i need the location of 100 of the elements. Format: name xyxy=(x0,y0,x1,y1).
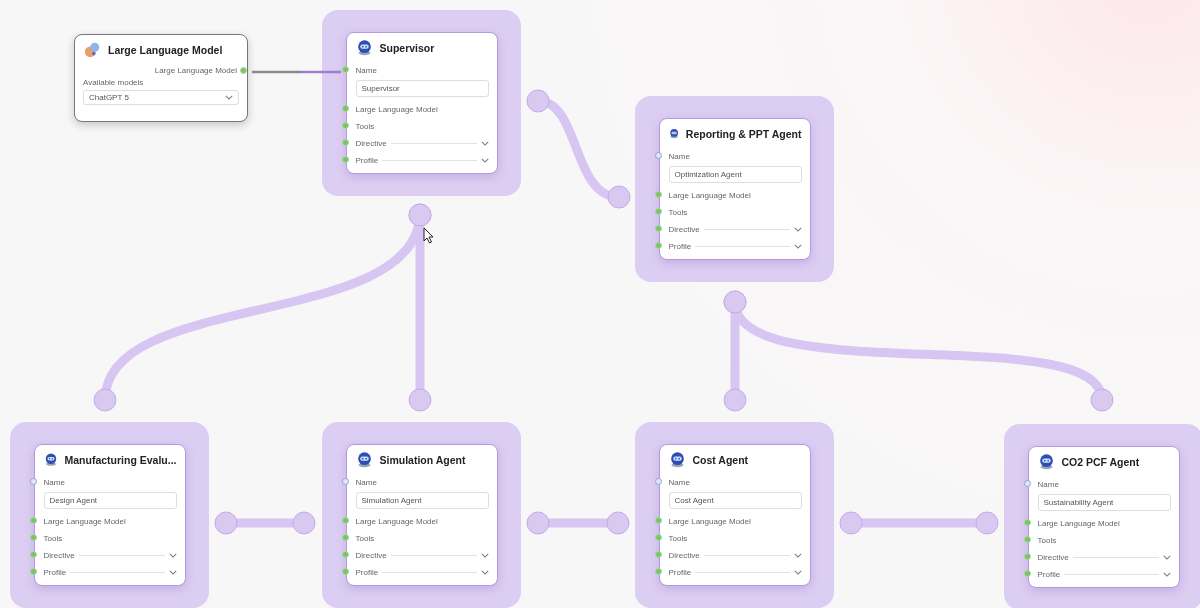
dropdown-row[interactable]: Profile xyxy=(1037,569,1171,579)
port-dot[interactable] xyxy=(341,66,349,73)
port-dot[interactable] xyxy=(29,478,37,485)
dropdown-row[interactable]: Profile xyxy=(355,567,489,577)
robot-icon xyxy=(668,451,686,468)
agent-node-card[interactable]: Supervisor Name Supervisor Large Language Model Tools Directive Profile xyxy=(345,32,498,174)
chevron-icon xyxy=(1162,571,1171,577)
name-field[interactable]: Sustainability Agent xyxy=(1037,494,1171,511)
node-title: CO2 PCF Agent xyxy=(1061,455,1140,468)
chevron-icon xyxy=(480,157,489,163)
port-label: Large Language Model xyxy=(154,66,237,75)
name-field[interactable]: Simulation Agent xyxy=(355,492,489,509)
chevron-icon xyxy=(793,569,802,575)
robot-icon xyxy=(1037,453,1055,470)
port-dot[interactable] xyxy=(29,517,37,524)
port-dot[interactable] xyxy=(341,105,349,112)
port-dot[interactable] xyxy=(29,534,37,541)
dropdown-row[interactable]: Profile xyxy=(668,241,802,251)
port-label: Large Language Model xyxy=(355,104,438,114)
port-dot[interactable] xyxy=(654,208,662,215)
port-dot[interactable] xyxy=(654,517,662,524)
chevron-icon xyxy=(168,569,177,575)
dropdown-row[interactable]: Directive xyxy=(355,138,489,148)
field-label: Available models xyxy=(83,78,145,87)
agent-node-card[interactable]: CO2 PCF Agent Name Sustainability Agent Large Language Model Tools Directive Profile xyxy=(1027,446,1180,588)
model-select[interactable]: ChatGPT 5 xyxy=(83,90,239,105)
port-dot[interactable] xyxy=(29,568,37,575)
port-label: Large Language Model xyxy=(355,516,438,526)
port-dot[interactable] xyxy=(1023,519,1031,526)
name-field[interactable]: Supervisor xyxy=(355,80,489,97)
port-dot[interactable] xyxy=(341,534,349,541)
port-label: Tools xyxy=(355,121,375,131)
port-dot[interactable] xyxy=(654,551,662,558)
robot-icon xyxy=(355,451,373,468)
name-field[interactable]: Optimization Agent xyxy=(668,166,802,183)
port-label: Large Language Model xyxy=(668,190,751,200)
port-dot[interactable] xyxy=(341,122,349,129)
field-label: Name xyxy=(355,477,377,487)
port-dot[interactable] xyxy=(1023,480,1031,487)
field-label: Name xyxy=(668,477,690,487)
chevron-icon xyxy=(1162,554,1171,560)
port-label: Tools xyxy=(355,533,375,543)
port-label: Large Language Model xyxy=(43,516,126,526)
port-dot[interactable] xyxy=(341,517,349,524)
chevron-icon xyxy=(793,226,802,232)
dropdown-row[interactable]: Directive xyxy=(355,550,489,560)
node-title: Supervisor xyxy=(379,41,435,54)
port-dot[interactable] xyxy=(654,191,662,198)
field-label: Name xyxy=(1037,479,1059,489)
port-dot[interactable] xyxy=(341,551,349,558)
field-label: Name xyxy=(668,151,690,161)
dropdown-row[interactable]: Directive xyxy=(668,224,802,234)
dropdown-row[interactable]: Profile xyxy=(668,567,802,577)
chevron-icon xyxy=(225,95,233,100)
port-label: Tools xyxy=(1037,535,1057,545)
port-label: Large Language Model xyxy=(1037,518,1120,528)
node-title: Reporting & PPT Agent xyxy=(685,127,802,140)
field-label: Name xyxy=(355,65,377,75)
agent-node-card[interactable]: Reporting & PPT Agent Name Optimization Agent Large Language Model Tools Directive Profile xyxy=(658,118,811,260)
chevron-icon xyxy=(793,552,802,558)
port-dot[interactable] xyxy=(654,534,662,541)
port-label: Tools xyxy=(43,533,63,543)
port-dot[interactable] xyxy=(654,242,662,249)
port-dot[interactable] xyxy=(29,551,37,558)
port-label: Tools xyxy=(668,207,688,217)
chevron-icon xyxy=(793,243,802,249)
port-dot[interactable] xyxy=(341,139,349,146)
dropdown-row[interactable]: Directive xyxy=(43,550,177,560)
field-label: Name xyxy=(43,477,65,487)
node-title: Large Language Model xyxy=(108,44,223,56)
dropdown-row[interactable]: Profile xyxy=(43,567,177,577)
port-dot[interactable] xyxy=(654,152,662,159)
name-field[interactable]: Cost Agent xyxy=(668,492,802,509)
port-dot[interactable] xyxy=(1023,570,1031,577)
port-dot[interactable] xyxy=(1023,536,1031,543)
port-dot[interactable] xyxy=(654,568,662,575)
dropdown-row[interactable]: Directive xyxy=(668,550,802,560)
chevron-icon xyxy=(480,569,489,575)
agent-node-card[interactable]: Simulation Agent Name Simulation Agent Large Language Model Tools Directive Profile xyxy=(345,444,498,586)
chevron-icon xyxy=(480,552,489,558)
dropdown-row[interactable]: Profile xyxy=(355,155,489,165)
name-field[interactable]: Design Agent xyxy=(43,492,177,509)
port-dot[interactable] xyxy=(341,568,349,575)
robot-icon xyxy=(355,39,373,56)
port-label: Tools xyxy=(668,533,688,543)
port-dot[interactable] xyxy=(654,225,662,232)
cursor-icon xyxy=(423,227,434,244)
dropdown-row[interactable]: Directive xyxy=(1037,552,1171,562)
port-dot[interactable] xyxy=(654,478,662,485)
agent-node-card[interactable]: Cost Agent Name Cost Agent Large Language Model Tools Directive Profile xyxy=(658,444,811,586)
llm-node-card[interactable]: Large Language Model Large Language Model Available models ChatGPT 5 xyxy=(74,34,248,122)
port-dot[interactable] xyxy=(1023,553,1031,560)
node-title: Manufacturing Evalu... xyxy=(64,453,177,466)
port-dot[interactable] xyxy=(341,156,349,163)
port-dot[interactable] xyxy=(240,67,247,74)
port-label: Large Language Model xyxy=(668,516,751,526)
node-title: Cost Agent xyxy=(692,453,749,466)
chevron-icon xyxy=(480,140,489,146)
agent-node-card[interactable]: Manufacturing Evalu... Name Design Agent Large Language Model Tools Directive Profile xyxy=(33,444,186,586)
port-dot[interactable] xyxy=(341,478,349,485)
